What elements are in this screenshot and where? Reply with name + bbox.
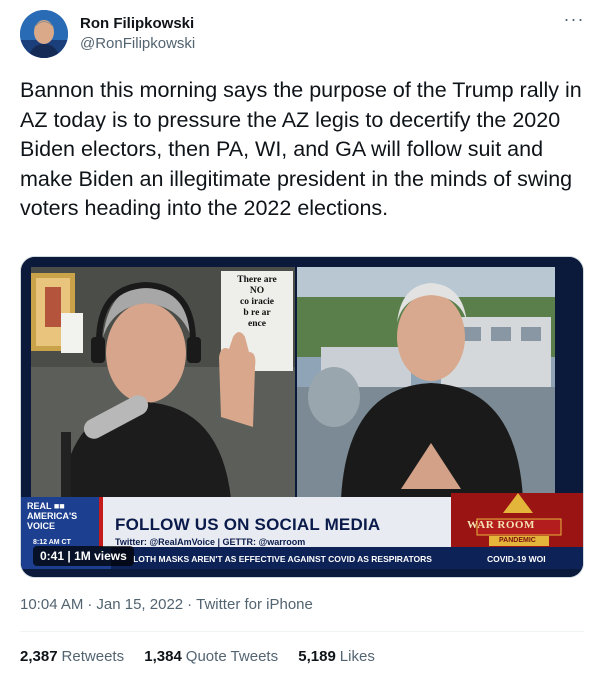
video-time-badge: 0:41 | 1M views	[33, 546, 134, 566]
network-logo: REAL ■■ AMERICA'S VOICE	[27, 501, 78, 531]
tweet-text: Bannon this morning says the purpose of …	[20, 78, 582, 220]
avatar[interactable]	[20, 10, 68, 58]
tweet-stats: 2,387 Retweets 1,384 Quote Tweets 5,189 Lik…	[20, 647, 391, 667]
display-name[interactable]: Ron Filipkowski	[80, 14, 195, 34]
author-names: Ron Filipkowski @RonFilipkowski	[80, 14, 195, 54]
tweet-meta: 10:04 AM · Jan 15, 2022 · Twitter for iPhone	[20, 596, 313, 613]
ticker-text: LOTH MASKS AREN'T AS EFFECTIVE AGAINST C…	[133, 554, 432, 564]
sign-text: There are NO co iracie b re ar ence	[237, 275, 277, 329]
quotes-stat[interactable]: 1,384 Quote Tweets	[144, 647, 278, 667]
tweet-card: Ron Filipkowski @RonFilipkowski ··· Bann…	[0, 0, 604, 681]
show-logo: WAR ROOM	[467, 519, 535, 531]
quotes-count: 1,384	[144, 648, 182, 665]
banner-subtitle: Twitter: @RealAmVoice | GETTR: @warroom	[115, 537, 306, 547]
likes-label: Likes	[339, 648, 375, 665]
video-player[interactable]: There are NO co iracie b re ar ence REAL ■■ A…	[20, 256, 584, 578]
banner-title: FOLLOW US ON SOCIAL MEDIA	[115, 515, 381, 534]
quotes-label: Quote Tweets	[185, 648, 279, 665]
user-handle[interactable]: @RonFilipkowski	[80, 34, 195, 54]
tweet-date[interactable]: Jan 15, 2022	[96, 596, 183, 613]
video-views: 1M views	[74, 549, 127, 563]
ticker-tag: COVID-19 WOI	[487, 554, 546, 564]
divider-top	[20, 631, 584, 632]
more-horizontal-icon[interactable]: ···	[560, 10, 588, 34]
tweet-source[interactable]: Twitter for iPhone	[196, 596, 313, 613]
tweet-time[interactable]: 10:04 AM	[20, 596, 83, 613]
ticker-time: 8:12 AM CT	[33, 539, 71, 546]
retweets-label: Retweets	[61, 648, 125, 665]
video-timestamp: 0:41	[40, 549, 65, 563]
likes-count: 5,189	[298, 648, 336, 665]
tweet-header: Ron Filipkowski @RonFilipkowski ···	[20, 10, 592, 60]
show-logo-sub: PANDEMIC	[499, 537, 536, 544]
likes-stat[interactable]: 5,189 Likes	[298, 647, 375, 667]
retweets-count: 2,387	[20, 648, 58, 665]
retweets-stat[interactable]: 2,387 Retweets	[20, 647, 124, 667]
